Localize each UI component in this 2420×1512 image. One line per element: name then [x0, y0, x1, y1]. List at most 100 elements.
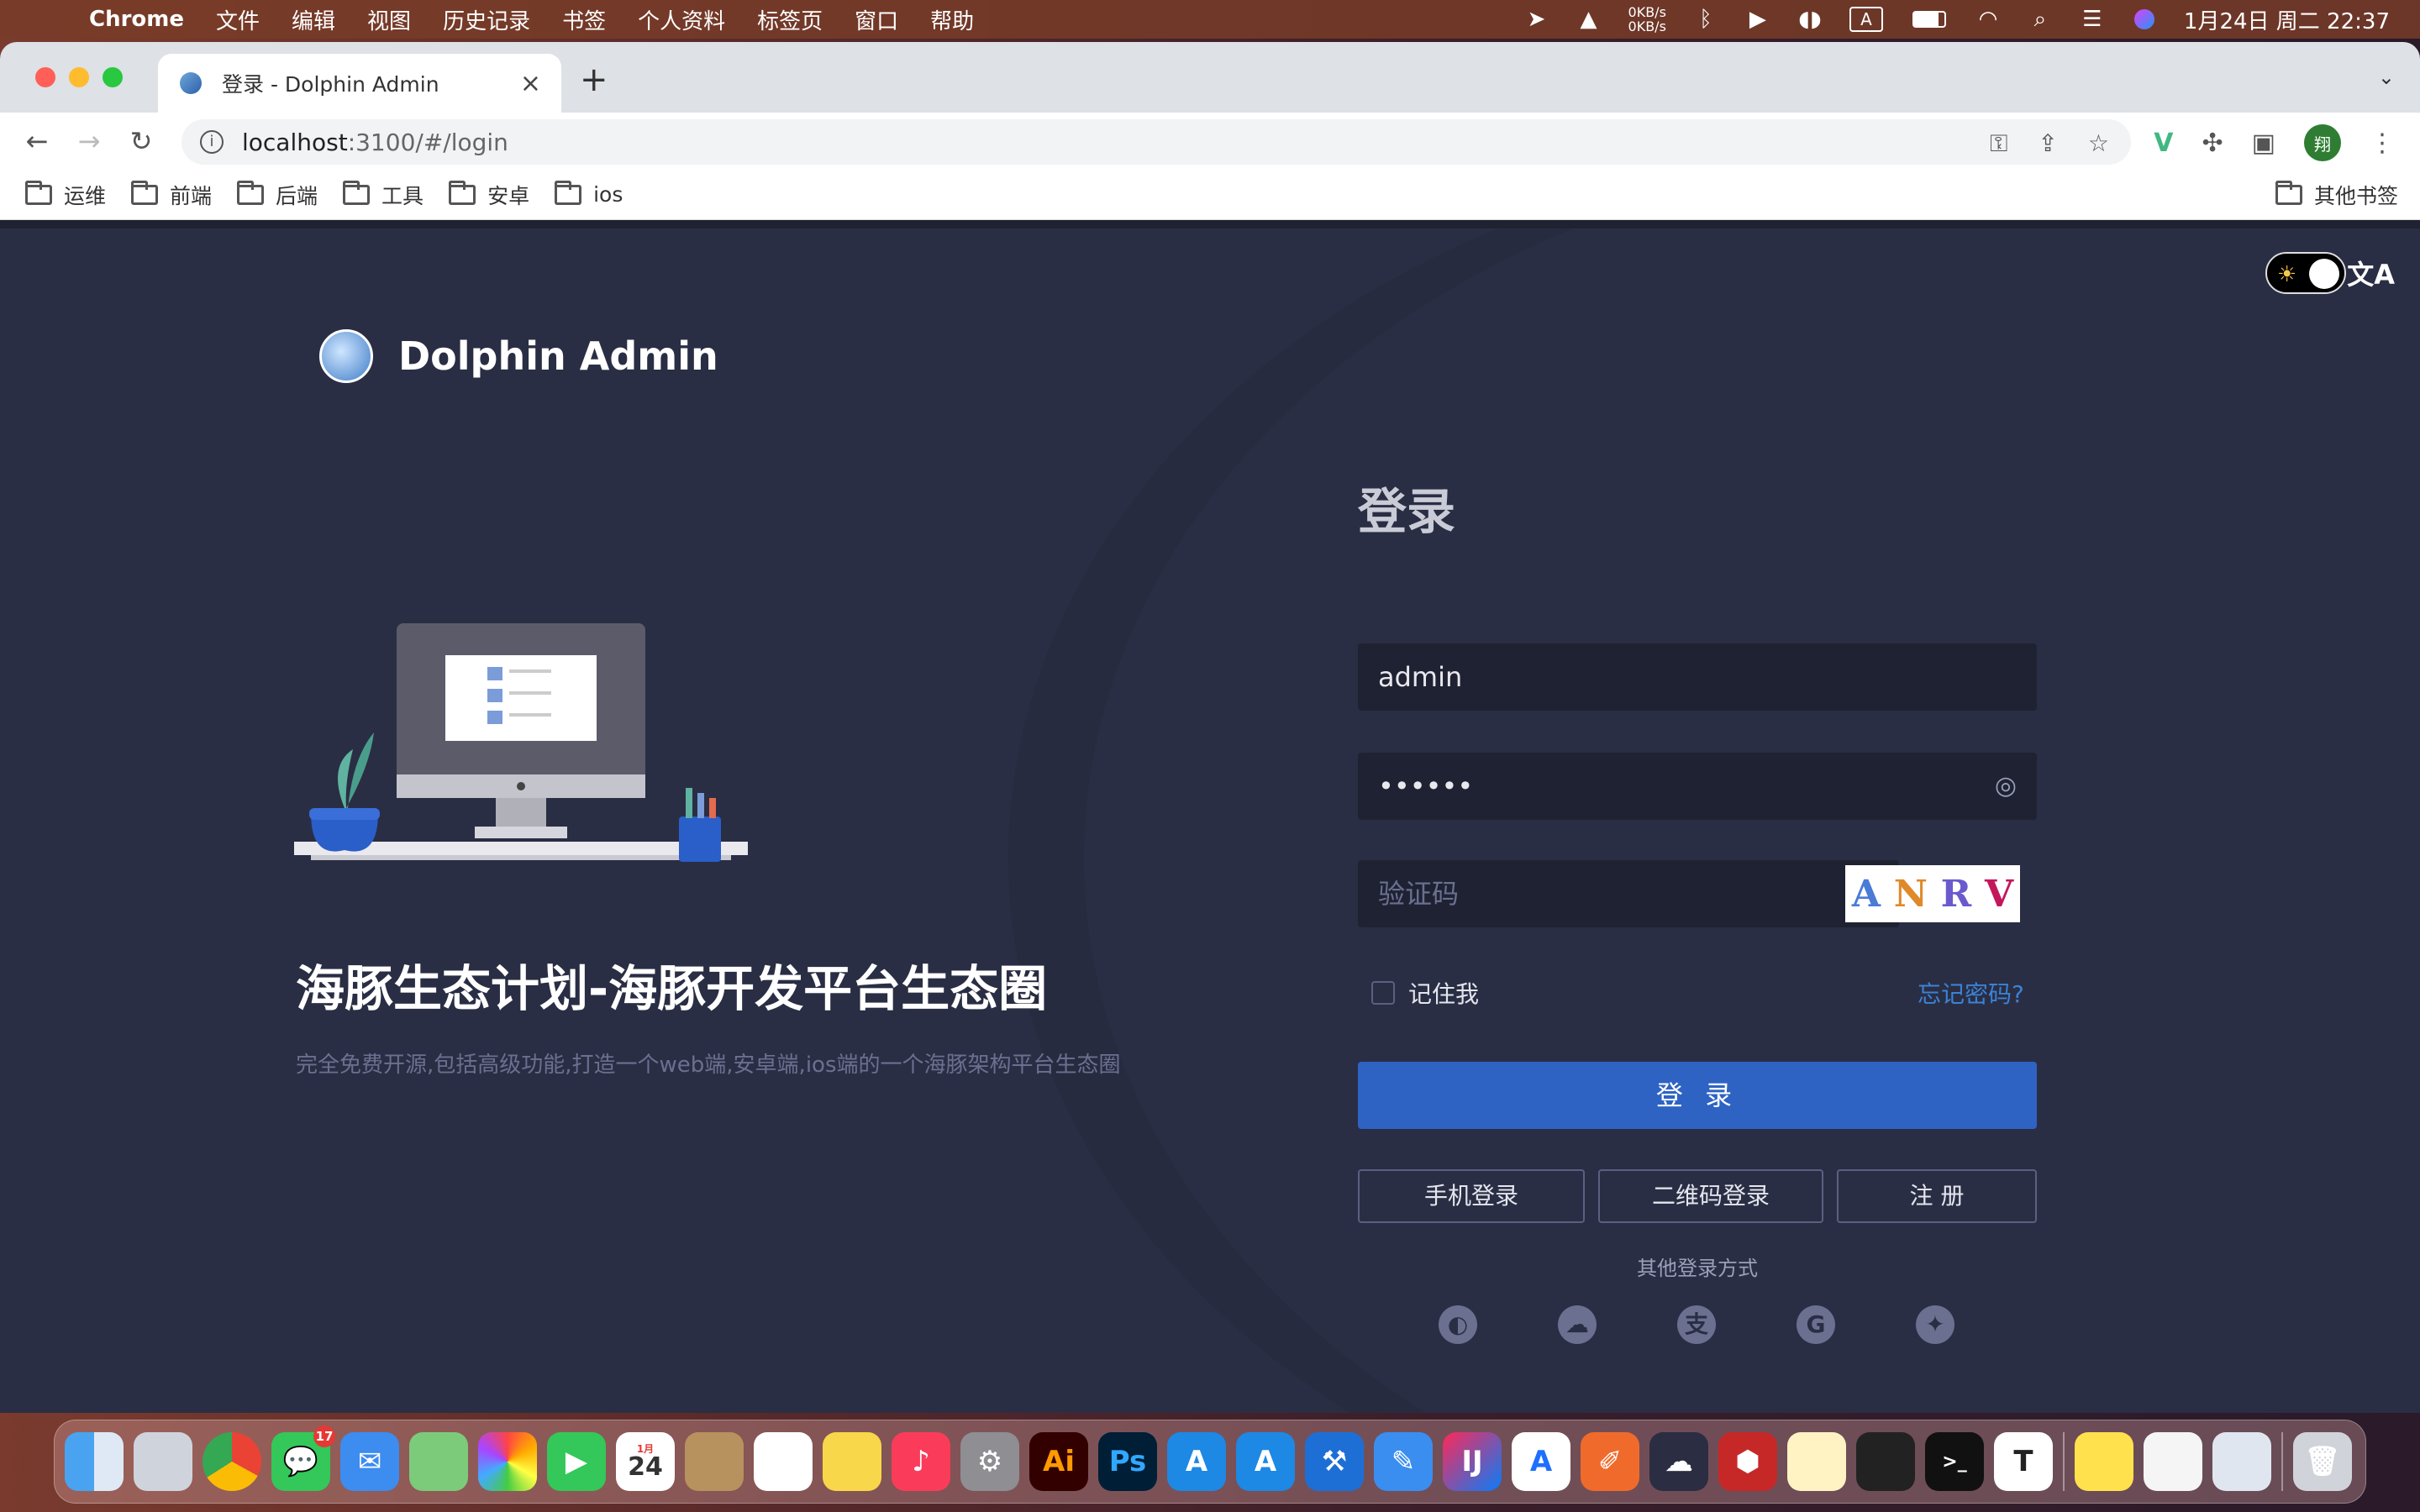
remember-me[interactable]: 记住我: [1371, 976, 1479, 1010]
phone-login-button[interactable]: 手机登录: [1358, 1169, 1585, 1223]
cat-app-icon[interactable]: ▲: [1576, 7, 1602, 32]
input-method-indicator[interactable]: A: [1849, 7, 1883, 32]
chrome-icon[interactable]: [203, 1432, 261, 1491]
illustrator-icon[interactable]: Ai: [1029, 1432, 1088, 1491]
site-info-icon[interactable]: i: [200, 130, 224, 154]
menu-edit[interactable]: 编辑: [292, 4, 335, 35]
hex-app-icon[interactable]: ⬢: [1718, 1432, 1777, 1491]
translate-icon[interactable]: 文A: [2347, 254, 2395, 292]
bookmark-folder-android[interactable]: 安卓: [449, 180, 529, 210]
system-settings-icon[interactable]: ⚙: [960, 1432, 1019, 1491]
finder-icon[interactable]: [65, 1432, 124, 1491]
terminal-icon[interactable]: >_: [1925, 1432, 1984, 1491]
menu-history[interactable]: 历史记录: [443, 4, 530, 35]
app-store-icon[interactable]: A: [1167, 1432, 1226, 1491]
chrome-menu-icon[interactable]: ⋮: [2370, 129, 2395, 158]
password-key-icon[interactable]: ⚿: [1990, 129, 2007, 158]
contacts-icon[interactable]: [685, 1432, 744, 1491]
photoshop-icon[interactable]: Ps: [1098, 1432, 1157, 1491]
menu-file[interactable]: 文件: [216, 4, 260, 35]
trash-icon[interactable]: 🗑: [2293, 1432, 2352, 1491]
side-panel-icon[interactable]: ▣: [2252, 129, 2275, 158]
password-input[interactable]: [1358, 770, 2037, 802]
app-store-alt-icon[interactable]: A: [1236, 1432, 1295, 1491]
developer-tool-icon[interactable]: ✎: [1374, 1432, 1433, 1491]
minimize-window-button[interactable]: [69, 67, 89, 87]
back-button[interactable]: ←: [22, 125, 52, 157]
eye-slash-icon[interactable]: ◎: [1995, 771, 2017, 801]
play-icon[interactable]: ▶: [1745, 7, 1770, 32]
github-icon[interactable]: ◐: [1439, 1305, 1477, 1344]
address-bar[interactable]: i localhost:3100/#/login ⚿ ⇪ ☆: [182, 119, 2131, 165]
location-icon[interactable]: ➤: [1524, 7, 1549, 32]
battery-icon[interactable]: [1910, 7, 1949, 32]
forgot-password-link[interactable]: 忘记密码?: [1918, 976, 2024, 1010]
calendar-icon[interactable]: 1月 24: [616, 1432, 675, 1491]
wifi-icon[interactable]: ◠: [1975, 7, 2001, 32]
tab-search-chevron-icon[interactable]: ⌄: [2378, 66, 2395, 89]
facetime-icon[interactable]: ▶: [547, 1432, 606, 1491]
extensions-puzzle-icon[interactable]: ✣: [2202, 129, 2223, 158]
login-button[interactable]: 登 录: [1358, 1062, 2037, 1129]
notes-icon[interactable]: [823, 1432, 881, 1491]
activity-monitor-icon[interactable]: [1856, 1432, 1915, 1491]
twitter-icon[interactable]: ✦: [1916, 1305, 1954, 1344]
menu-help[interactable]: 帮助: [930, 4, 974, 35]
bookmark-folder-backend[interactable]: 后端: [237, 180, 318, 210]
register-button[interactable]: 注 册: [1837, 1169, 2037, 1223]
maps-icon[interactable]: [409, 1432, 468, 1491]
menu-profiles[interactable]: 个人资料: [638, 4, 725, 35]
menu-bookmarks[interactable]: 书签: [562, 4, 606, 35]
messages-icon[interactable]: 💬 17: [271, 1425, 335, 1491]
pet-app-icon[interactable]: [1787, 1432, 1846, 1491]
url-text[interactable]: localhost:3100/#/login: [242, 129, 508, 156]
bookmark-folder-tools[interactable]: 工具: [343, 180, 424, 210]
theme-toggle[interactable]: ☀: [2265, 252, 2346, 294]
xcode-icon[interactable]: ⚒: [1305, 1432, 1364, 1491]
captcha-image[interactable]: A N R V: [1845, 865, 2020, 922]
other-bookmarks[interactable]: 其他书签: [2275, 180, 2398, 210]
tab-login[interactable]: 登录 - Dolphin Admin ×: [158, 54, 561, 113]
qq-music-icon[interactable]: [2075, 1432, 2133, 1491]
control-center-icon[interactable]: ☰: [2080, 7, 2105, 32]
music-icon[interactable]: ♪: [892, 1432, 950, 1491]
spotlight-search-icon[interactable]: ⌕: [2028, 7, 2053, 32]
intellij-icon[interactable]: IJ: [1443, 1432, 1502, 1491]
bookmark-star-icon[interactable]: ☆: [2088, 129, 2109, 158]
reminders-icon[interactable]: [754, 1432, 813, 1491]
zoom-window-button[interactable]: [103, 67, 123, 87]
bookmark-folder-ios[interactable]: ios: [555, 180, 623, 207]
airpods-icon[interactable]: ◖◗: [1797, 7, 1823, 32]
qr-login-button[interactable]: 二维码登录: [1598, 1169, 1823, 1223]
vue-devtools-icon[interactable]: V: [2154, 129, 2173, 158]
close-window-button[interactable]: [35, 67, 55, 87]
alipay-icon[interactable]: 支: [1677, 1305, 1716, 1344]
cloud-app-icon[interactable]: ☁: [1649, 1432, 1708, 1491]
menubar-clock[interactable]: 1月24日 周二 22:37: [2184, 4, 2390, 35]
reload-button[interactable]: ↻: [126, 125, 156, 157]
forward-button[interactable]: →: [74, 125, 104, 157]
photos-icon[interactable]: [478, 1432, 537, 1491]
remember-checkbox[interactable]: [1371, 981, 1395, 1005]
launchpad-icon[interactable]: [134, 1432, 192, 1491]
captcha-input[interactable]: [1358, 878, 1899, 910]
menu-view[interactable]: 视图: [367, 4, 411, 35]
google-icon[interactable]: G: [1797, 1305, 1835, 1344]
bookmark-folder-ops[interactable]: 运维: [25, 180, 106, 210]
menu-tabs[interactable]: 标签页: [757, 4, 823, 35]
username-input[interactable]: [1358, 661, 2037, 693]
dingtalk-icon[interactable]: A: [1512, 1432, 1570, 1491]
preview-icon[interactable]: [2212, 1432, 2271, 1491]
menu-app-name[interactable]: Chrome: [89, 7, 184, 32]
typora-icon[interactable]: T: [1994, 1432, 2053, 1491]
siri-icon[interactable]: [2132, 7, 2157, 32]
share-icon[interactable]: ⇪: [2038, 129, 2057, 158]
mail-icon[interactable]: ✉: [340, 1432, 399, 1491]
close-tab-icon[interactable]: ×: [520, 69, 541, 98]
profile-avatar[interactable]: 翔: [2304, 124, 2341, 161]
new-tab-button[interactable]: +: [580, 60, 608, 99]
wechat-icon[interactable]: ☁: [1558, 1305, 1597, 1344]
bookmark-folder-frontend[interactable]: 前端: [131, 180, 212, 210]
bluetooth-icon[interactable]: ᛒ: [1693, 7, 1718, 32]
menu-window[interactable]: 窗口: [855, 4, 898, 35]
